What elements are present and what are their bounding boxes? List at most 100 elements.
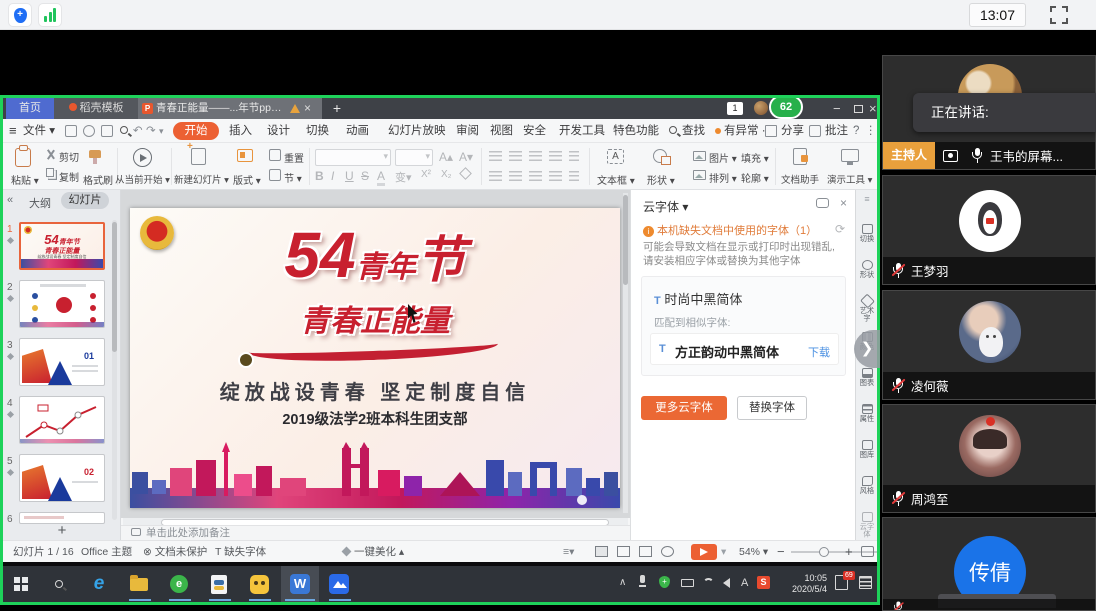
tab-document[interactable]: P 青春正能量——...年节ppt模板 ×: [138, 98, 322, 119]
participant-tile[interactable]: 周鸿至: [882, 404, 1096, 513]
subscript-button[interactable]: X₂: [441, 169, 452, 180]
new-slide-label[interactable]: 新建幻灯片 ▾: [174, 172, 229, 186]
clear-format-icon[interactable]: [459, 167, 472, 180]
section-label[interactable]: 节 ▾: [284, 170, 302, 185]
collapse-panel-icon[interactable]: «: [7, 194, 13, 206]
collapse-ribbon-caret[interactable]: ▾: [159, 119, 164, 143]
menu-features[interactable]: 特色功能: [613, 119, 659, 143]
python-doc-icon[interactable]: [207, 572, 231, 596]
slideshow-view-icon[interactable]: [661, 546, 674, 557]
missing-font-status[interactable]: T 缺失字体: [215, 541, 266, 563]
number-list-icon[interactable]: [509, 151, 522, 162]
doc-protect-status[interactable]: ⊗ 文档未保护: [143, 541, 207, 563]
paste-icon[interactable]: [15, 148, 31, 167]
menu-design[interactable]: 设计: [267, 119, 290, 143]
redo-icon[interactable]: ↷: [146, 119, 156, 143]
sync-status[interactable]: 有异常 ·: [715, 119, 766, 143]
tray-ime-icon[interactable]: A: [741, 577, 748, 589]
decrease-font-icon[interactable]: A▾: [459, 150, 473, 164]
taskbar-search-icon[interactable]: [47, 572, 71, 596]
slide-thumbnail-4[interactable]: [19, 396, 105, 444]
align-center-icon[interactable]: [509, 171, 522, 182]
new-slide-icon[interactable]: [191, 148, 206, 165]
italic-button[interactable]: I: [331, 169, 334, 183]
participant-tile[interactable]: 凌何薇: [882, 290, 1096, 400]
tab-docer[interactable]: 稻壳模板: [54, 98, 138, 119]
tab-slides[interactable]: 幻灯片: [61, 192, 109, 209]
normal-view-icon[interactable]: [595, 546, 608, 557]
tray-sogou-icon[interactable]: S: [757, 576, 770, 589]
browser-360-icon[interactable]: e: [167, 572, 191, 596]
font-size-select[interactable]: [395, 149, 433, 166]
menu-animation[interactable]: 动画: [346, 119, 369, 143]
yellow-app-icon[interactable]: [247, 572, 271, 596]
export-icon[interactable]: [83, 125, 95, 137]
close-window-icon[interactable]: ×: [869, 101, 877, 116]
find-button[interactable]: 查找: [682, 119, 705, 143]
slide-thumbnail-3[interactable]: 01: [19, 338, 105, 386]
network-quality-button[interactable]: [38, 3, 62, 27]
arrange-label[interactable]: 排列 ▾: [709, 170, 737, 185]
comment-icon[interactable]: [809, 125, 821, 137]
download-link[interactable]: 下载: [808, 344, 830, 360]
copy-label[interactable]: 复制: [59, 169, 79, 184]
notes-bar[interactable]: 单击此处添加备注: [121, 525, 630, 540]
play-from-current-icon[interactable]: [133, 148, 152, 167]
layout-icon[interactable]: [237, 149, 253, 162]
print-icon[interactable]: [101, 125, 113, 137]
thumbnail-scrollbar[interactable]: [112, 220, 117, 520]
security-shield-button[interactable]: +: [8, 3, 32, 27]
strip-item-transition[interactable]: 切换: [856, 224, 878, 243]
tray-volume-icon[interactable]: [723, 578, 730, 588]
increase-font-icon[interactable]: A▴: [439, 150, 453, 164]
shapes-label[interactable]: 形状 ▾: [647, 172, 675, 187]
underline-button[interactable]: U: [345, 169, 354, 183]
close-tab-icon[interactable]: ×: [304, 98, 311, 119]
vertical-scrollbar[interactable]: [623, 193, 628, 513]
slide-thumbnail-5[interactable]: 02: [19, 454, 105, 502]
feedback-icon[interactable]: [816, 198, 829, 208]
present-tools-icon[interactable]: [841, 149, 859, 162]
reset-label[interactable]: 重置: [284, 150, 304, 165]
copy-icon[interactable]: [46, 168, 54, 177]
action-center-icon[interactable]: [859, 576, 872, 589]
print-preview-icon[interactable]: [120, 126, 128, 134]
reset-icon[interactable]: [269, 149, 281, 161]
minimize-window-icon[interactable]: −: [833, 101, 841, 116]
replace-font-button[interactable]: 替换字体: [737, 396, 807, 420]
tab-home[interactable]: 首页: [6, 98, 54, 119]
zoom-slider-knob[interactable]: [819, 547, 829, 557]
strikethrough-button[interactable]: S: [361, 169, 369, 183]
search-icon[interactable]: [669, 126, 677, 134]
menu-devtools[interactable]: 开发工具: [559, 119, 605, 143]
doc-assistant-icon[interactable]: [793, 148, 807, 165]
justify-icon[interactable]: [549, 171, 562, 182]
tray-shield-icon[interactable]: +: [659, 576, 670, 588]
play-options-caret[interactable]: ▾: [721, 541, 726, 563]
file-menu[interactable]: 文件 ▾: [23, 119, 55, 143]
section-icon[interactable]: [269, 169, 281, 181]
text-effect-button[interactable]: 变▾: [395, 169, 412, 185]
picture-icon[interactable]: [693, 151, 706, 161]
beautify-button[interactable]: 一键美化 ▴: [343, 541, 404, 563]
tray-mic-icon[interactable]: [639, 575, 646, 587]
menu-security[interactable]: 安全: [523, 119, 546, 143]
strip-item-cloudfont[interactable]: 云字体: [856, 512, 878, 539]
menu-transition[interactable]: 切换: [306, 119, 329, 143]
close-pane-icon[interactable]: ×: [840, 196, 847, 210]
participant-tile[interactable]: 传倩: [882, 517, 1096, 611]
add-slide-button[interactable]: +: [3, 524, 121, 540]
strip-item-chart[interactable]: 图表: [856, 368, 878, 387]
font-family-select[interactable]: [315, 149, 391, 166]
picture-label[interactable]: 图片 ▾: [709, 150, 737, 165]
layout-label[interactable]: 版式 ▾: [233, 172, 261, 187]
share-button[interactable]: 分享: [781, 119, 804, 143]
new-tab-button[interactable]: +: [327, 98, 347, 119]
comment-button[interactable]: 批注: [825, 119, 848, 143]
indent-increase-icon[interactable]: [549, 151, 562, 162]
theme-name[interactable]: Office 主题: [81, 541, 132, 563]
refresh-icon[interactable]: ⟳: [835, 222, 845, 236]
align-right-icon[interactable]: [529, 171, 542, 182]
zoom-in-button[interactable]: +: [845, 541, 853, 563]
strip-item-wordart[interactable]: 艺术字: [856, 296, 878, 323]
